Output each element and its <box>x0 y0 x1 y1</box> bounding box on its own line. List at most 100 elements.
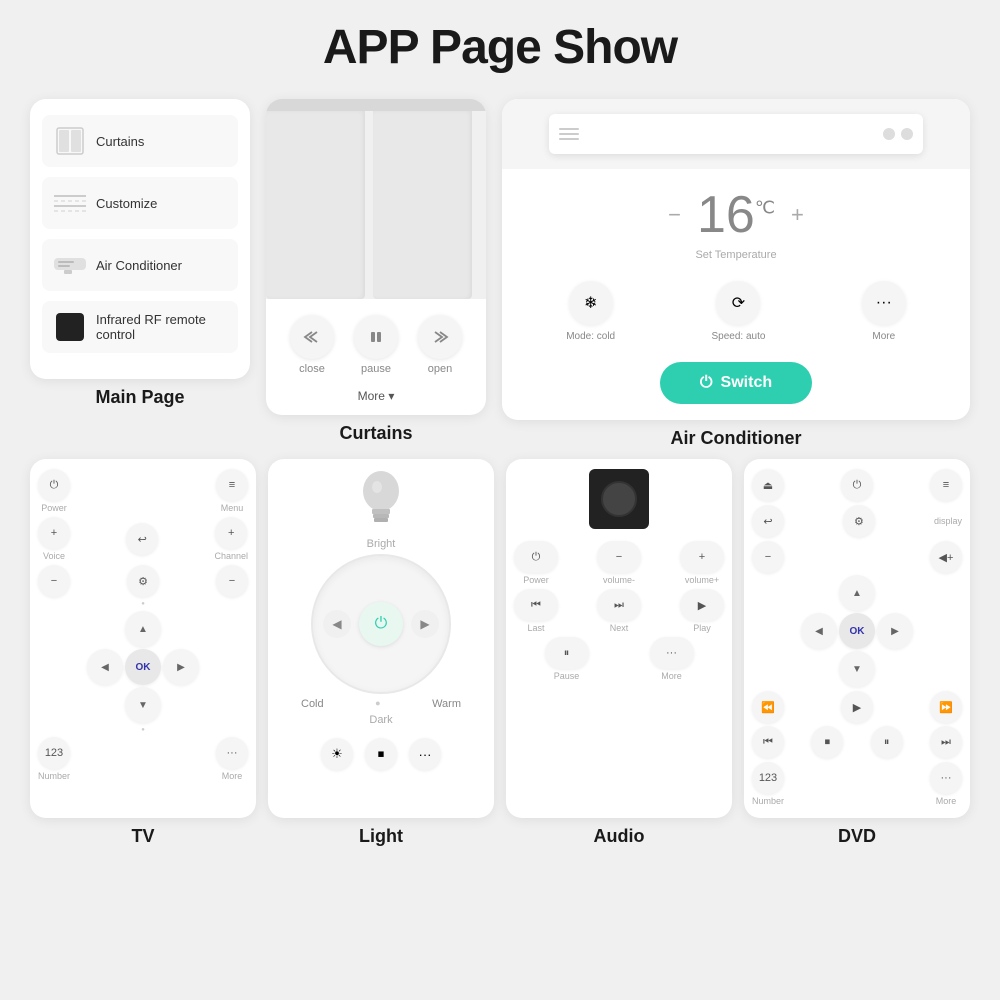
light-power-icon: ⏻ <box>375 615 388 633</box>
dvd-skip-back-btn[interactable]: ⏮ <box>752 726 784 758</box>
dvd-gear-btn[interactable]: ⚙ <box>843 505 875 537</box>
speaker-icon <box>589 469 649 529</box>
light-card: Bright ◀ ⏻ ▶ Cold ● Warm <box>268 459 494 818</box>
dvd-vol-minus-btn[interactable]: − <box>752 541 784 573</box>
dvd-eject-btn[interactable]: ⏏ <box>752 469 784 501</box>
dvd-skip-fwd-btn[interactable]: ⏭ <box>930 726 962 758</box>
dvd-down-btn[interactable]: ▼ <box>839 651 875 687</box>
menu-item-ac[interactable]: Air Conditioner <box>42 239 238 291</box>
audio-pause-btn[interactable]: ⏸ <box>545 637 589 669</box>
tv-up-btn[interactable]: ▲ <box>125 611 161 647</box>
dvd-forward-btn[interactable]: ⏩ <box>930 691 962 723</box>
light-dial[interactable]: ◀ ⏻ ▶ <box>311 554 451 694</box>
tv-vol-minus-btn[interactable]: − <box>38 565 70 597</box>
ac-mode-speed-btn[interactable]: ⟳ <box>716 281 760 325</box>
menu-text-infrared: Infrared RF remote control <box>96 312 226 342</box>
audio-play-btn[interactable]: ▶ <box>680 589 724 621</box>
dvd-ok-btn[interactable]: OK <box>839 613 875 649</box>
audio-more-label: More <box>661 671 682 681</box>
dvd-menu-btn[interactable]: ≡ <box>930 469 962 501</box>
audio-prev-btn[interactable]: ⏮ <box>514 589 558 621</box>
ac-mode-cold: ❄ Mode: cold <box>566 281 615 342</box>
dvd-up-btn[interactable]: ▲ <box>839 575 875 611</box>
tv-ch-minus-btn[interactable]: − <box>216 565 248 597</box>
tv-label: TV <box>131 826 154 847</box>
light-bulb-icon <box>359 469 403 538</box>
dvd-num-btn[interactable]: 123 <box>752 762 784 794</box>
ac-mode-cold-label: Mode: cold <box>566 331 615 342</box>
audio-prev-label: Last <box>527 623 544 633</box>
curtains-card: close pause open <box>266 99 486 415</box>
ac-label: Air Conditioner <box>671 428 802 449</box>
menu-text-ac: Air Conditioner <box>96 258 182 273</box>
tv-ch-plus-btn[interactable]: + <box>215 517 247 549</box>
ac-mode-speed-label: Speed: auto <box>711 331 765 342</box>
menu-item-infrared[interactable]: Infrared RF remote control <box>42 301 238 353</box>
curtains-label: Curtains <box>339 423 412 444</box>
dvd-more-btn[interactable]: ··· <box>930 762 962 794</box>
ac-switch-btn[interactable]: ⏻ Switch <box>660 362 812 404</box>
curtain-more-link[interactable]: More ▾ <box>358 383 395 415</box>
customize-icon <box>54 187 86 219</box>
audio-power-btn[interactable]: ⏻ <box>514 541 558 573</box>
dvd-left-btn[interactable]: ◀ <box>801 613 837 649</box>
audio-play-label: Play <box>693 623 711 633</box>
tv-menu-btn[interactable]: ≡ <box>216 469 248 501</box>
dvd-rewind-btn[interactable]: ⏪ <box>752 691 784 723</box>
dvd-num-label: Number <box>752 796 784 806</box>
tv-left-btn[interactable]: ◀ <box>87 649 123 685</box>
tv-settings-btn[interactable]: ⚙ <box>127 565 159 597</box>
light-power-btn[interactable]: ⏻ <box>359 602 403 646</box>
ac-increase-btn[interactable]: + <box>791 202 804 228</box>
main-page-card: Curtains Customize <box>30 99 250 379</box>
audio-next-btn[interactable]: ⏭ <box>597 589 641 621</box>
tv-num-label: Number <box>38 771 70 781</box>
tv-voice-label: Voice <box>43 551 65 561</box>
light-sun-btn[interactable]: ☀ <box>321 738 353 770</box>
curtain-close-btn[interactable] <box>290 315 334 359</box>
power-icon: ⏻ <box>700 374 713 392</box>
dvd-play-btn[interactable]: ▶ <box>841 691 873 723</box>
tv-more-btn[interactable]: ··· <box>216 737 248 769</box>
light-stop-btn[interactable]: ⏹ <box>365 738 397 770</box>
light-more2-btn[interactable]: ··· <box>409 738 441 770</box>
main-page-label: Main Page <box>95 387 184 408</box>
tv-back-btn[interactable]: ↩ <box>126 523 158 555</box>
ac-decrease-btn[interactable]: − <box>668 202 681 228</box>
ac-mode-more: ··· More <box>862 281 906 342</box>
warm-label: Warm <box>432 698 461 710</box>
dvd-stop-btn[interactable]: ⏹ <box>811 726 843 758</box>
curtain-right <box>373 111 472 299</box>
tv-right-btn[interactable]: ▶ <box>163 649 199 685</box>
tv-more-label: More <box>222 771 243 781</box>
audio-more-btn[interactable]: ··· <box>650 637 694 669</box>
dvd-pause-btn[interactable]: ⏸ <box>871 726 903 758</box>
audio-vol-plus-btn[interactable]: + <box>680 541 724 573</box>
curtain-left <box>266 111 365 299</box>
curtain-open-btn[interactable] <box>418 315 462 359</box>
dvd-right-btn[interactable]: ▶ <box>877 613 913 649</box>
tv-ok-btn[interactable]: OK <box>125 649 161 685</box>
dvd-vol-plus-btn[interactable]: ◀+ <box>930 541 962 573</box>
ac-menu-icon <box>54 249 86 281</box>
tv-menu-label: Menu <box>221 503 244 513</box>
curtain-pause-btn[interactable] <box>354 315 398 359</box>
tv-down-btn[interactable]: ▼ <box>125 687 161 723</box>
audio-vol-minus-btn[interactable]: − <box>597 541 641 573</box>
tv-vol-plus-btn[interactable]: + <box>38 517 70 549</box>
tv-num-btn[interactable]: 123 <box>38 737 70 769</box>
tv-dpad: ▲ ◀ OK ▶ ▼ <box>87 611 199 723</box>
tv-power-btn[interactable]: ⏻ <box>38 469 70 501</box>
light-right-btn[interactable]: ▶ <box>411 610 439 638</box>
dark-label: Dark <box>369 714 392 726</box>
dvd-power-btn[interactable]: ⏻ <box>841 469 873 501</box>
ac-mode-cold-btn[interactable]: ❄ <box>569 281 613 325</box>
dvd-back-btn[interactable]: ↩ <box>752 505 784 537</box>
audio-label: Audio <box>594 826 645 847</box>
light-left-btn[interactable]: ◀ <box>323 610 351 638</box>
menu-item-curtains[interactable]: Curtains <box>42 115 238 167</box>
ac-temp-label: Set Temperature <box>502 249 970 261</box>
ac-mode-more-btn[interactable]: ··· <box>862 281 906 325</box>
menu-item-customize[interactable]: Customize <box>42 177 238 229</box>
dvd-card: ⏏ ⏻ ≡ ↩ ⚙ <box>744 459 970 818</box>
